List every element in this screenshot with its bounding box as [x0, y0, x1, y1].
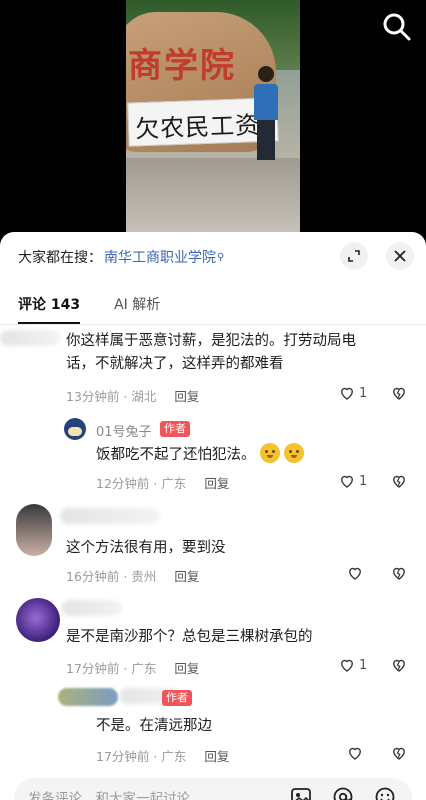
broken-heart-icon: [393, 475, 405, 488]
reply-button[interactable]: 回复: [174, 386, 199, 405]
emoji-icon: [283, 443, 304, 463]
reply-button[interactable]: 回复: [174, 566, 199, 585]
small-search-icon: ⚲: [217, 251, 225, 263]
blurred-avatar: [0, 330, 60, 346]
comment-item: 你这样属于恶意讨薪，是犯法的。打劳动局电 话，不就解决了，这样弄的都难看 13分…: [0, 324, 426, 408]
comment-text: 你这样属于恶意讨薪，是犯法的。打劳动局电 话，不就解决了，这样弄的都难看: [66, 333, 356, 372]
comment-meta: 17分钟前 · 广东 回复: [66, 658, 199, 677]
comments-sheet: 大家都在搜： 南华工商职业学院 ⚲ 评论 143 AI 解析 你这样属于恶意讨薪…: [0, 232, 426, 800]
tab-ai-analysis[interactable]: AI 解析: [114, 294, 160, 320]
like-button[interactable]: 1: [338, 472, 367, 490]
heart-outline-icon: [349, 567, 361, 580]
emoji-icon: [375, 787, 395, 800]
hot-search-prefix: 大家都在搜：: [18, 250, 102, 266]
comment-item: 这个方法很有用，要到没 16分钟前 · 贵州 回复: [0, 500, 426, 586]
like-button[interactable]: 1: [338, 656, 367, 674]
comment-meta: 16分钟前 · 贵州 回复: [66, 566, 199, 585]
video-rock-text: 商学院: [128, 46, 236, 86]
emoji-button[interactable]: [374, 786, 396, 800]
heart-outline-icon: [341, 387, 353, 400]
like-button[interactable]: [346, 744, 367, 762]
comment-input[interactable]: [28, 788, 278, 800]
comment-text: 不是。在清远那边: [96, 718, 212, 734]
close-icon: [394, 250, 406, 262]
video-person: [254, 66, 278, 162]
at-icon: [333, 787, 353, 800]
close-button[interactable]: [386, 242, 414, 270]
image-icon: [291, 788, 311, 800]
like-count: 1: [359, 473, 368, 489]
expand-button[interactable]: [340, 242, 368, 270]
reply-button[interactable]: 回复: [204, 746, 229, 765]
dislike-button[interactable]: [390, 472, 408, 494]
dislike-button[interactable]: [390, 656, 408, 678]
search-button[interactable]: [380, 10, 414, 44]
comment-meta: 13分钟前 · 湖北 回复: [66, 386, 199, 405]
dislike-button[interactable]: [390, 744, 408, 766]
dislike-button[interactable]: [390, 384, 408, 406]
avatar: [16, 504, 52, 556]
reply-button[interactable]: 回复: [174, 658, 199, 677]
search-icon: [383, 13, 411, 41]
expand-icon: [348, 250, 360, 262]
like-button[interactable]: 1: [338, 384, 367, 402]
avatar: [58, 688, 118, 706]
blurred-username: [62, 600, 122, 616]
comment-input-bar: [14, 778, 412, 800]
tab-comments[interactable]: 评论 143: [18, 294, 81, 324]
video-ground: [126, 158, 300, 232]
like-count: 1: [359, 385, 368, 401]
comment-meta: 12分钟前 · 广东 回复: [96, 473, 229, 492]
author-badge: 作者: [160, 421, 190, 437]
like-count: 1: [359, 657, 368, 673]
comment-text: 是不是南沙那个？总包是三棵树承包的: [66, 629, 313, 645]
emoji-icon: [259, 443, 280, 463]
broken-heart-icon: [393, 387, 405, 400]
comment-text: 这个方法很有用，要到没: [66, 540, 226, 556]
avatar: [64, 418, 86, 440]
comment-text: 饭都吃不起了还怕犯法。: [96, 443, 376, 467]
reply-item: 01号兔子 作者 饭都吃不起了还怕犯法。 12分钟前 · 广东 回复 1: [0, 412, 426, 492]
reply-item: 作者 不是。在清远那边 17分钟前 · 广东 回复: [0, 684, 426, 768]
hot-search: 大家都在搜： 南华工商职业学院 ⚲: [18, 246, 224, 268]
image-button[interactable]: [290, 786, 312, 800]
mention-button[interactable]: [332, 786, 354, 800]
avatar: [16, 598, 60, 642]
broken-heart-icon: [393, 747, 405, 760]
author-name[interactable]: 01号兔子: [96, 421, 152, 440]
reply-button[interactable]: 回复: [204, 473, 229, 492]
blurred-username: [60, 508, 160, 524]
comment-meta: 17分钟前 · 广东 回复: [96, 746, 229, 765]
video-banner-text: 欠农民工资: [134, 111, 261, 144]
like-button[interactable]: [346, 564, 367, 582]
broken-heart-icon: [393, 567, 405, 580]
author-badge: 作者: [162, 690, 192, 706]
heart-outline-icon: [341, 475, 353, 488]
dislike-button[interactable]: [390, 564, 408, 586]
comment-tabs: 评论 143 AI 解析: [18, 294, 194, 324]
heart-outline-icon: [341, 659, 353, 672]
hot-search-link[interactable]: 南华工商职业学院: [104, 247, 216, 267]
broken-heart-icon: [393, 659, 405, 672]
comment-item: 是不是南沙那个？总包是三棵树承包的 17分钟前 · 广东 回复 1: [0, 592, 426, 682]
video-player[interactable]: 商学院 欠农民工资: [0, 0, 426, 232]
heart-outline-icon: [349, 747, 361, 760]
video-frame: 商学院 欠农民工资: [126, 0, 300, 232]
